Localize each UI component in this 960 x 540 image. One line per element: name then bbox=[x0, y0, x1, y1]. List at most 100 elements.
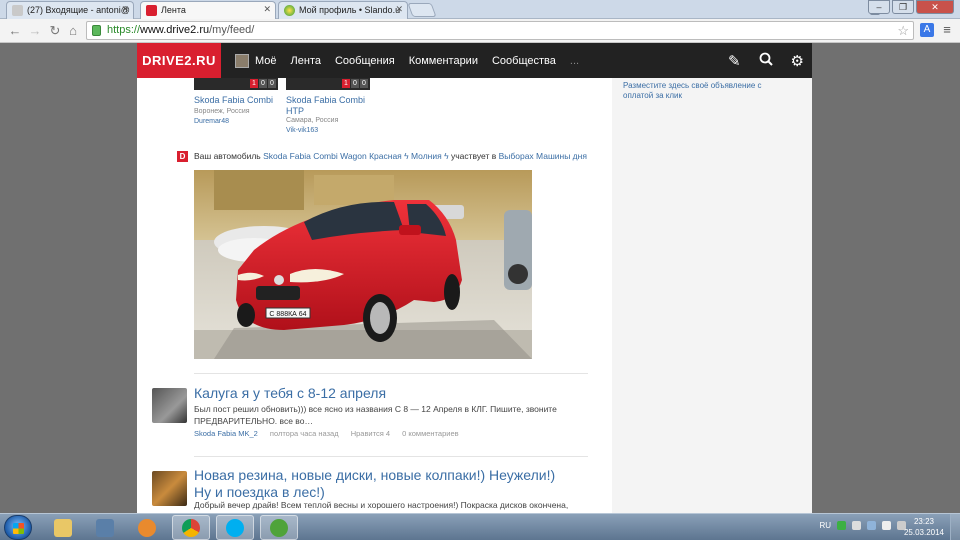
header-actions: ✎ ⚙ bbox=[728, 43, 804, 78]
car-location: Воронеж, Россия bbox=[194, 108, 250, 115]
tab-feed[interactable]: Лента ✕ bbox=[140, 1, 276, 19]
close-icon[interactable]: ✕ bbox=[263, 4, 271, 15]
tab-gmail[interactable]: (27) Входящие - antoni@ ✕ bbox=[6, 1, 134, 19]
car-rating: 1 0 0 bbox=[250, 79, 276, 88]
post-author-avatar[interactable] bbox=[152, 471, 187, 506]
browser-toolbar: ← → ↻ ⌂ https://www.drive2.ru/my/feed/ ☆… bbox=[0, 19, 960, 43]
home-icon[interactable]: ⌂ bbox=[64, 22, 82, 40]
tray-app-icon[interactable] bbox=[837, 521, 846, 530]
post-likes[interactable]: Нравится 4 bbox=[351, 429, 390, 438]
browser-tab-bar: (27) Входящие - antoni@ ✕ Лента ✕ Мой пр… bbox=[0, 0, 960, 19]
window-controls: – ❐ ✕ bbox=[868, 0, 954, 14]
media-player-icon bbox=[138, 518, 156, 537]
drive2-icon bbox=[146, 5, 157, 16]
url-scheme: https:// bbox=[107, 24, 141, 36]
url-path: /my/feed/ bbox=[209, 24, 255, 36]
tray-app-icon[interactable] bbox=[867, 521, 876, 530]
nav-item-mine[interactable]: Моё bbox=[235, 53, 277, 68]
computer-icon bbox=[96, 518, 114, 537]
search-icon[interactable] bbox=[759, 52, 773, 70]
nav-item-messages[interactable]: Сообщения bbox=[335, 55, 395, 67]
taskbar-clock[interactable]: 23:23 25.03.2014 bbox=[904, 516, 944, 538]
right-sidebar bbox=[612, 43, 812, 513]
car-photo-image: С 888КА 64 bbox=[194, 170, 532, 359]
car-thumbnail[interactable]: 1 0 0 bbox=[194, 78, 278, 90]
post-author-avatar[interactable] bbox=[152, 388, 187, 423]
taskbar-explorer[interactable] bbox=[44, 515, 82, 540]
menu-icon[interactable]: ≡ bbox=[940, 23, 954, 37]
post-car-link[interactable]: Skoda Fabia MK_2 bbox=[194, 429, 258, 438]
car-name-link[interactable]: Skoda Fabia Combi HTP bbox=[286, 95, 370, 117]
car-name-link[interactable]: Skoda Fabia Combi bbox=[194, 95, 273, 106]
tab-label: Лента bbox=[161, 5, 186, 15]
chrome-icon bbox=[182, 518, 200, 537]
tab-label: Мой профиль • Slando.u bbox=[299, 5, 401, 15]
post-excerpt: Добрый вечер драйв! Всем теплой весны и … bbox=[194, 500, 569, 510]
taskbar-skype[interactable] bbox=[216, 515, 254, 540]
nav-item-communities[interactable]: Сообщества bbox=[492, 55, 556, 67]
close-window-button[interactable]: ✕ bbox=[916, 0, 954, 14]
post-title-link[interactable]: Калуга я у тебя с 8-12 апреля bbox=[194, 385, 386, 402]
car-rating: 1 0 0 bbox=[342, 79, 368, 88]
taskbar-chrome[interactable] bbox=[172, 515, 210, 540]
language-indicator[interactable]: RU bbox=[819, 521, 831, 530]
notice-car-link[interactable]: Skoda Fabia Combi Wagon Красная ϟ Молния… bbox=[263, 151, 448, 161]
nav-item-comments[interactable]: Комментарии bbox=[409, 55, 478, 67]
utorrent-icon bbox=[270, 518, 288, 537]
slando-icon bbox=[284, 5, 295, 16]
folder-icon bbox=[54, 518, 72, 537]
post-comments[interactable]: 0 комментариев bbox=[402, 429, 458, 438]
mail-icon bbox=[12, 5, 23, 16]
rating-digit: 1 bbox=[342, 79, 350, 88]
car-owner-link[interactable]: Vik-vik163 bbox=[286, 127, 318, 134]
nav-label: Моё bbox=[255, 54, 277, 67]
tray-flag-icon[interactable] bbox=[852, 521, 861, 530]
close-icon[interactable]: ✕ bbox=[395, 4, 403, 15]
taskbar-media-player[interactable] bbox=[128, 515, 166, 540]
post-divider bbox=[194, 373, 588, 374]
pencil-icon[interactable]: ✎ bbox=[728, 52, 741, 70]
car-owner-link[interactable]: Duremar48 bbox=[194, 118, 229, 125]
sidebar-ad-link[interactable]: Разместите здесь своё объявление с оплат… bbox=[623, 81, 783, 101]
start-button[interactable] bbox=[4, 515, 32, 540]
show-desktop-button[interactable] bbox=[950, 514, 960, 540]
clock-time: 23:23 bbox=[913, 517, 934, 526]
drive2-badge-icon: D bbox=[177, 151, 188, 162]
address-bar[interactable]: https://www.drive2.ru/my/feed/ ☆ bbox=[86, 21, 914, 40]
site-logo[interactable]: DRIVE2.RU bbox=[137, 43, 221, 78]
rating-digit: 0 bbox=[259, 79, 267, 88]
forward-arrow-icon[interactable]: → bbox=[26, 22, 44, 40]
car-thumbnail[interactable]: 1 0 0 bbox=[286, 78, 370, 90]
translate-icon[interactable]: A bbox=[920, 23, 934, 37]
car-photo[interactable]: С 888КА 64 bbox=[194, 170, 532, 359]
back-arrow-icon[interactable]: ← bbox=[6, 22, 24, 40]
windows-taskbar: RU 23:23 25.03.2014 bbox=[0, 513, 960, 540]
license-plate: С 888КА 64 bbox=[269, 311, 306, 318]
tab-slando[interactable]: Мой профиль • Slando.u ✕ bbox=[278, 1, 408, 19]
new-tab-button[interactable] bbox=[407, 3, 437, 17]
rating-digit: 1 bbox=[250, 79, 258, 88]
minimize-button[interactable]: – bbox=[868, 0, 890, 14]
page-viewport: 1 0 0 Skoda Fabia Combi Воронеж, Россия … bbox=[0, 43, 960, 513]
nav-item-more[interactable]: ... bbox=[570, 55, 579, 67]
taskbar-computer[interactable] bbox=[86, 515, 124, 540]
rating-digit: 0 bbox=[360, 79, 368, 88]
post-title-link[interactable]: Новая резина, новые диски, новые колпаки… bbox=[194, 467, 574, 501]
nav-item-feed[interactable]: Лента bbox=[291, 55, 321, 67]
taskbar-utorrent[interactable] bbox=[260, 515, 298, 540]
reload-icon[interactable]: ↻ bbox=[46, 22, 64, 40]
post-time: полтора часа назад bbox=[269, 429, 339, 438]
restore-button[interactable]: ❐ bbox=[892, 0, 914, 14]
bookmark-star-icon[interactable]: ☆ bbox=[897, 22, 909, 39]
rating-digit: 0 bbox=[351, 79, 359, 88]
rating-digit: 0 bbox=[268, 79, 276, 88]
skype-icon bbox=[226, 518, 244, 537]
tab-label: (27) Входящие - antoni@ bbox=[27, 5, 130, 15]
notice-contest-link[interactable]: Выборах Машины дня bbox=[499, 151, 587, 161]
post-meta: Skoda Fabia MK_2 полтора часа назад Нрав… bbox=[194, 429, 469, 438]
gear-icon[interactable]: ⚙ bbox=[791, 52, 804, 70]
close-icon[interactable]: ✕ bbox=[121, 4, 129, 15]
post-divider bbox=[194, 456, 588, 457]
network-signal-icon[interactable] bbox=[882, 521, 891, 530]
car-of-day-notice: Ваш автомобиль Skoda Fabia Combi Wagon К… bbox=[194, 151, 587, 161]
